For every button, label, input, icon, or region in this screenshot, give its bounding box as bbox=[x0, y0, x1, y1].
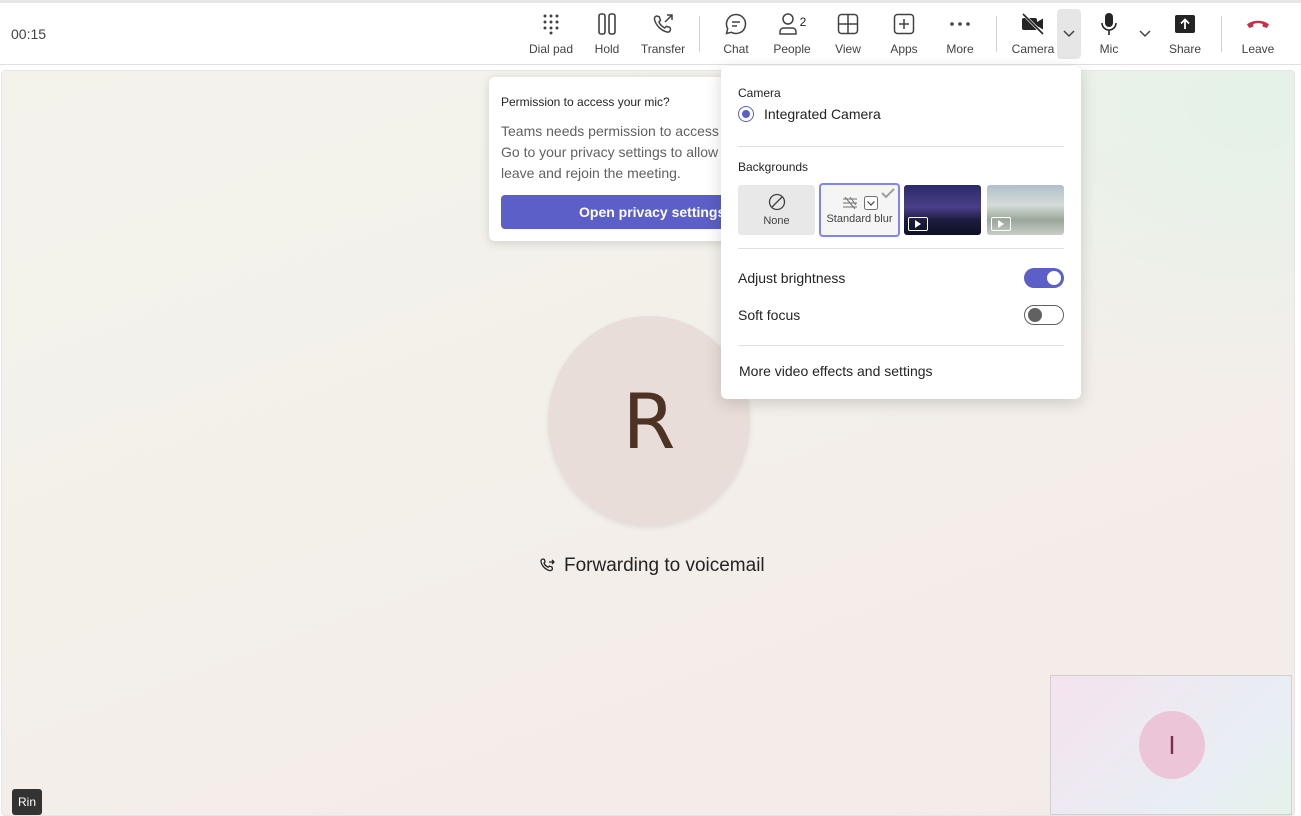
open-privacy-settings-button[interactable]: Open privacy settings bbox=[501, 195, 729, 229]
radio-selected-icon bbox=[738, 106, 754, 122]
toolbar-divider bbox=[996, 16, 997, 52]
participant-name-tag: Rin bbox=[12, 789, 43, 815]
call-status-text: Forwarding to voicemail bbox=[564, 555, 765, 576]
adjust-brightness-row: Adjust brightness bbox=[738, 268, 1064, 288]
blur-icon bbox=[842, 196, 857, 209]
dial-pad-icon bbox=[537, 10, 565, 38]
more-options-icon bbox=[946, 10, 974, 38]
more-label: More bbox=[946, 42, 974, 56]
caller-initial: R bbox=[622, 376, 676, 466]
permission-body-line: Go to your privacy settings to allow bbox=[501, 144, 719, 160]
video-background-icon bbox=[908, 217, 928, 231]
soft-focus-toggle[interactable] bbox=[1024, 305, 1064, 325]
transfer-label: Transfer bbox=[640, 42, 686, 56]
view-label: View bbox=[835, 42, 861, 56]
background-blur-tile[interactable]: Standard blur bbox=[819, 183, 900, 237]
camera-button[interactable]: Camera bbox=[1005, 10, 1061, 60]
apps-button[interactable]: Apps bbox=[876, 10, 932, 60]
apps-label: Apps bbox=[890, 42, 918, 56]
self-avatar: I bbox=[1139, 711, 1205, 779]
toolbar-divider bbox=[699, 16, 700, 52]
meeting-toolbar: 00:15 Dial pad Hold Transfer Chat 2 Peop… bbox=[0, 3, 1301, 65]
add-app-icon bbox=[890, 10, 918, 38]
camera-options-toggle[interactable] bbox=[1057, 9, 1081, 59]
grid-view-icon bbox=[834, 10, 862, 38]
permission-body-line: Teams needs permission to access your bbox=[501, 123, 729, 139]
adjust-brightness-label: Adjust brightness bbox=[738, 270, 846, 286]
call-forward-icon bbox=[540, 558, 555, 572]
share-label: Share bbox=[1168, 42, 1202, 56]
more-video-effects-link[interactable]: More video effects and settings bbox=[739, 363, 933, 379]
call-status: Forwarding to voicemail bbox=[538, 555, 765, 577]
transfer-button[interactable]: Transfer bbox=[635, 10, 691, 60]
permission-body: Teams needs permission to access your Go… bbox=[501, 121, 729, 184]
leave-button[interactable]: Leave bbox=[1230, 10, 1286, 60]
hang-up-icon bbox=[1244, 10, 1272, 38]
camera-heading: Camera bbox=[738, 86, 781, 100]
leave-label: Leave bbox=[1241, 42, 1275, 56]
camera-off-icon bbox=[1019, 10, 1047, 38]
call-transfer-icon bbox=[649, 10, 677, 38]
backgrounds-heading: Backgrounds bbox=[738, 160, 809, 174]
background-frost-tile[interactable] bbox=[987, 185, 1064, 235]
share-button[interactable]: Share bbox=[1157, 10, 1213, 60]
mic-button[interactable]: Mic bbox=[1081, 10, 1137, 60]
toolbar-divider bbox=[1221, 16, 1222, 52]
camera-options-flyout: Camera Integrated Camera Backgrounds Non… bbox=[721, 66, 1081, 399]
people-icon: 2 bbox=[774, 10, 810, 38]
microphone-icon bbox=[1095, 10, 1123, 38]
dial-pad-label: Dial pad bbox=[528, 42, 574, 56]
people-count: 2 bbox=[799, 15, 807, 29]
chat-label: Chat bbox=[723, 42, 749, 56]
soft-focus-row: Soft focus bbox=[738, 305, 1064, 325]
people-label: People bbox=[773, 42, 811, 56]
background-blur-label: Standard blur bbox=[826, 212, 893, 225]
camera-option-integrated[interactable]: Integrated Camera bbox=[738, 106, 881, 122]
pause-icon bbox=[593, 10, 621, 38]
camera-label: Camera bbox=[1011, 42, 1055, 56]
call-timer: 00:15 bbox=[11, 26, 47, 42]
checkmark-icon bbox=[881, 188, 895, 199]
camera-option-label: Integrated Camera bbox=[764, 106, 881, 122]
share-screen-icon bbox=[1171, 10, 1199, 38]
background-none-label: None bbox=[763, 215, 790, 227]
permission-body-line: leave and rejoin the meeting. bbox=[501, 165, 681, 181]
menu-divider bbox=[738, 345, 1064, 346]
people-button[interactable]: 2 People bbox=[764, 10, 820, 60]
chevron-down-icon bbox=[863, 195, 878, 210]
chevron-down-icon bbox=[1063, 30, 1075, 38]
view-button[interactable]: View bbox=[820, 10, 876, 60]
chat-icon bbox=[722, 10, 750, 38]
menu-divider bbox=[738, 248, 1064, 249]
adjust-brightness-toggle[interactable] bbox=[1024, 268, 1064, 288]
self-video-tile[interactable]: I bbox=[1050, 675, 1292, 815]
menu-divider bbox=[738, 146, 1064, 147]
more-button[interactable]: More bbox=[932, 10, 988, 60]
mic-label: Mic bbox=[1099, 42, 1119, 56]
permission-title: Permission to access your mic? bbox=[501, 95, 670, 109]
hold-label: Hold bbox=[594, 42, 620, 56]
hold-button[interactable]: Hold bbox=[579, 10, 635, 60]
mic-permission-card: Permission to access your mic? Teams nee… bbox=[489, 77, 729, 241]
chat-button[interactable]: Chat bbox=[708, 10, 764, 60]
no-background-icon bbox=[768, 193, 785, 211]
background-none-tile[interactable]: None bbox=[738, 185, 815, 235]
dial-pad-button[interactable]: Dial pad bbox=[523, 10, 579, 60]
soft-focus-label: Soft focus bbox=[738, 307, 801, 323]
chevron-down-icon bbox=[1139, 30, 1151, 38]
caller-avatar: R bbox=[548, 316, 750, 526]
mic-options-toggle[interactable] bbox=[1133, 9, 1157, 59]
video-background-icon bbox=[991, 217, 1011, 231]
self-initial: I bbox=[1168, 729, 1176, 760]
background-night-sky-tile[interactable] bbox=[904, 185, 981, 235]
